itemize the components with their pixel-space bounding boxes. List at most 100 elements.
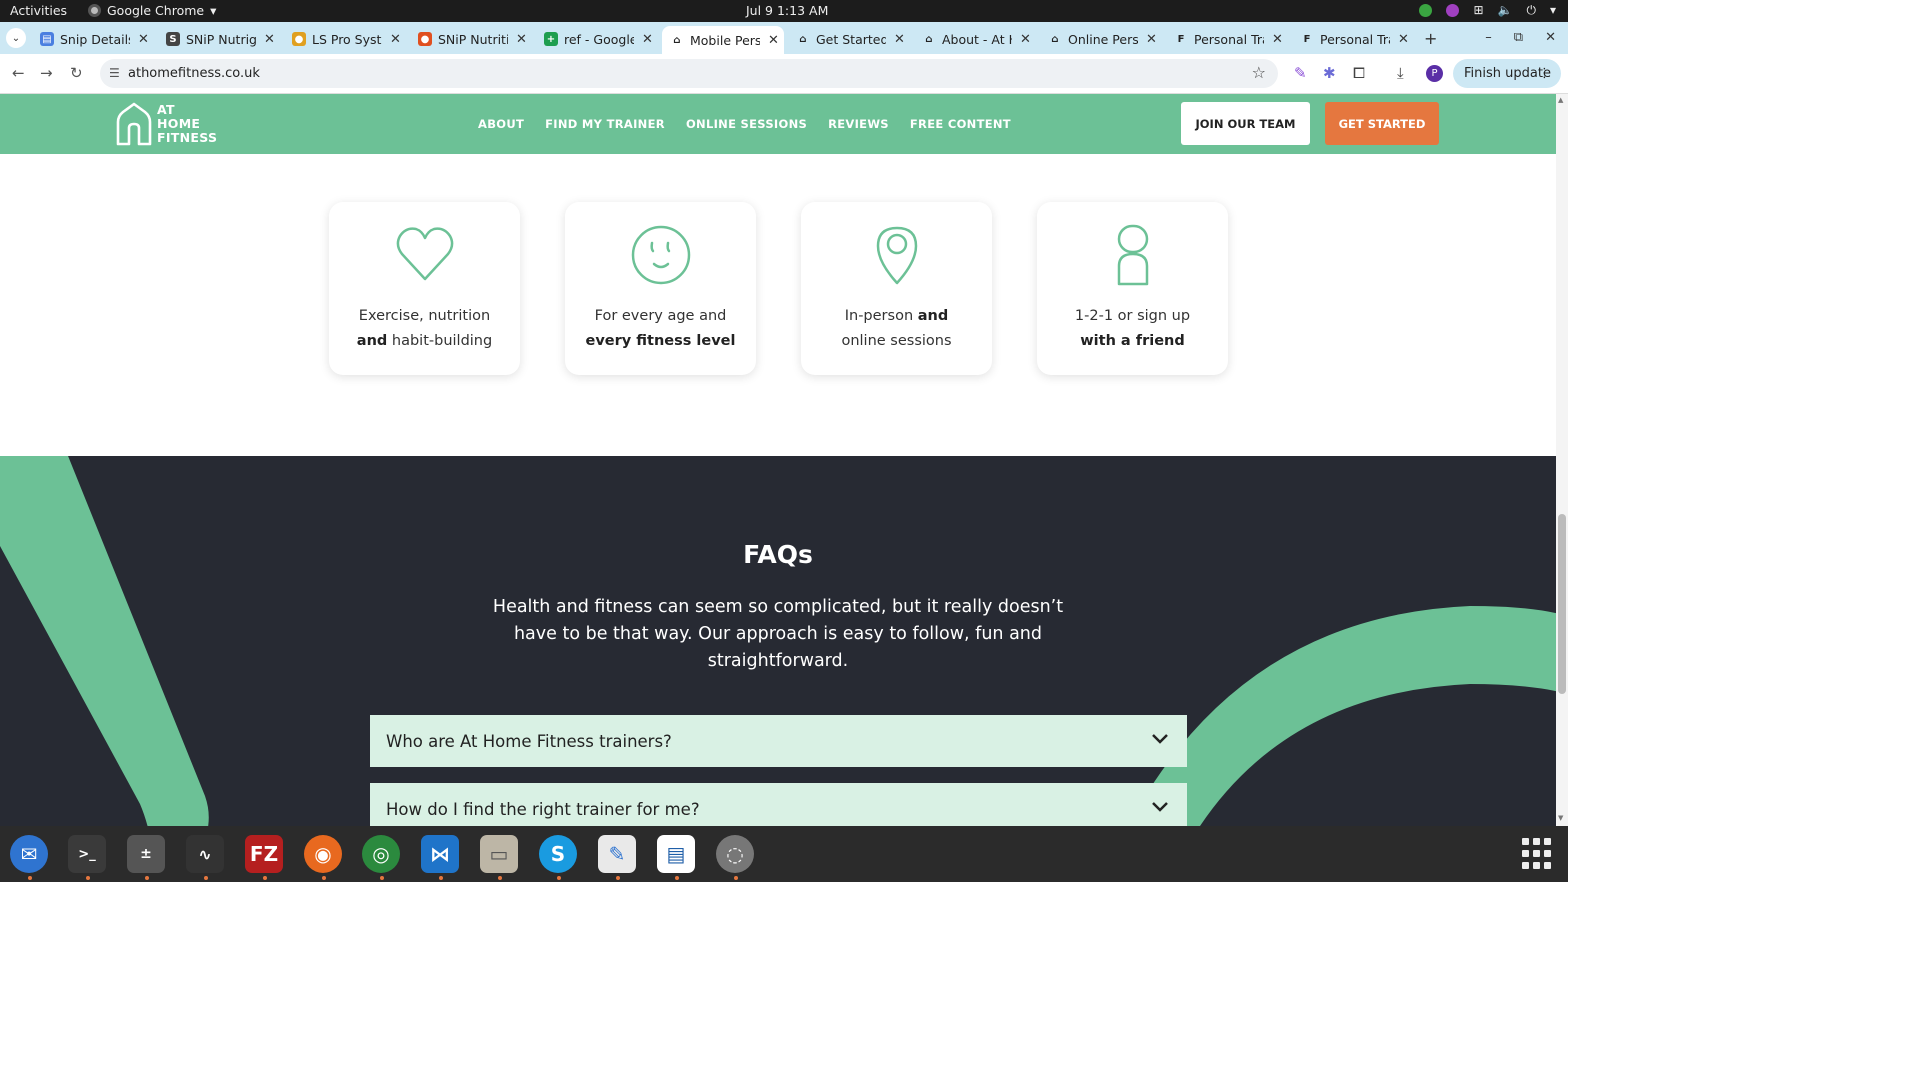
maximize-icon[interactable]: ⧉ bbox=[1514, 30, 1523, 45]
files-icon[interactable]: ▭ bbox=[480, 835, 518, 873]
system-monitor-icon[interactable]: ∿ bbox=[186, 835, 224, 873]
join-our-team-button[interactable]: JOIN OUR TEAM bbox=[1181, 102, 1310, 145]
browser-tab[interactable]: ⌂ Get Started ✕ bbox=[788, 26, 908, 52]
browser-tab[interactable]: ● SNiP Nutrition ✕ bbox=[410, 26, 530, 52]
system-tray[interactable]: ⊞ 🔈 ⏻ ▾ bbox=[1419, 3, 1556, 18]
nav-free-content[interactable]: FREE CONTENT bbox=[910, 117, 1011, 131]
scroll-up-icon[interactable]: ▲ bbox=[1558, 96, 1563, 104]
power-icon[interactable]: ⏻ bbox=[1526, 3, 1536, 18]
network-icon[interactable]: ⊞ bbox=[1473, 3, 1483, 18]
feature-line: every fitness level bbox=[565, 329, 756, 354]
nav-reviews[interactable]: REVIEWS bbox=[828, 117, 889, 131]
browser-tab[interactable]: S SNiP Nutrigenomics ✕ bbox=[158, 26, 278, 52]
snowflake-extension-icon[interactable]: ✱ bbox=[1323, 64, 1336, 82]
close-tab-icon[interactable]: ✕ bbox=[264, 32, 275, 47]
get-started-button[interactable]: GET STARTED bbox=[1325, 102, 1439, 145]
thunderbird-icon[interactable]: ✉ bbox=[10, 835, 48, 873]
finish-update-button[interactable]: Finish update ⋮ bbox=[1453, 59, 1561, 88]
browser-tab[interactable]: ⌂ About - At Home ✕ bbox=[914, 26, 1034, 52]
running-indicator bbox=[380, 876, 384, 880]
feature-text: For every age and every fitness level bbox=[565, 304, 756, 354]
running-indicator bbox=[263, 876, 267, 880]
volume-icon[interactable]: 🔈 bbox=[1498, 3, 1513, 18]
close-tab-icon[interactable]: ✕ bbox=[1146, 32, 1157, 47]
nav-online-sessions[interactable]: ONLINE SESSIONS bbox=[686, 117, 807, 131]
kebab-menu-icon[interactable]: ⋮ bbox=[1538, 66, 1551, 81]
site-info-icon[interactable]: ☰ bbox=[109, 66, 120, 80]
close-tab-icon[interactable]: ✕ bbox=[138, 32, 149, 47]
tab-strip: ⌄ ▤ Snip Details ✕ S SNiP Nutrigenomics ✕ ● LS … bbox=[0, 22, 1568, 54]
extension-indicator-icon[interactable] bbox=[1446, 4, 1460, 17]
close-tab-icon[interactable]: ✕ bbox=[642, 32, 653, 47]
bookmark-star-icon[interactable]: ☆ bbox=[1252, 63, 1266, 82]
feature-card: Exercise, nutrition and habit-building bbox=[329, 202, 520, 375]
system-top-bar: Activities Google Chrome ▾ Jul 9 1:13 AM… bbox=[0, 0, 1568, 22]
close-tab-icon[interactable]: ✕ bbox=[1398, 32, 1409, 47]
page-scrollbar[interactable]: ▲ ▼ bbox=[1556, 94, 1568, 826]
filezilla-icon[interactable]: FZ bbox=[245, 835, 283, 873]
download-icon[interactable]: ⤓ bbox=[1397, 64, 1404, 82]
new-tab-button[interactable]: + bbox=[1424, 29, 1437, 48]
back-icon[interactable]: ← bbox=[12, 64, 25, 82]
close-window-icon[interactable]: ✕ bbox=[1545, 30, 1556, 45]
nav-about[interactable]: ABOUT bbox=[478, 117, 524, 131]
faq-question[interactable]: How do I find the right trainer for me? bbox=[370, 783, 1187, 826]
browser-tab[interactable]: F Personal Trainer ✕ bbox=[1166, 26, 1286, 52]
tab-title: Get Started bbox=[816, 31, 886, 47]
close-tab-icon[interactable]: ✕ bbox=[516, 32, 527, 47]
calculator-icon[interactable]: ± bbox=[127, 835, 165, 873]
browser-tab[interactable]: + ref - Google Sheets ✕ bbox=[536, 26, 656, 52]
running-indicator bbox=[439, 876, 443, 880]
toolbar: ← → ↻ ☰ athomefitness.co.uk ☆ ✎ ✱ ⧠ ⤓ P … bbox=[0, 54, 1568, 94]
chevron-down-icon[interactable] bbox=[1151, 729, 1169, 747]
browser-tab[interactable]: ⌂ Online Personal ✕ bbox=[1040, 26, 1160, 52]
scroll-thumb[interactable] bbox=[1558, 514, 1566, 694]
terminal-icon[interactable]: >_ bbox=[68, 835, 106, 873]
tab-search-icon[interactable]: ⌄ bbox=[6, 28, 26, 48]
close-tab-icon[interactable]: ✕ bbox=[390, 32, 401, 47]
text-editor-icon[interactable]: ✎ bbox=[598, 835, 636, 873]
chevron-down-icon[interactable] bbox=[1151, 797, 1169, 815]
feature-line: Exercise, nutrition bbox=[358, 308, 491, 324]
feature-text: In-person and online sessions bbox=[801, 304, 992, 354]
tab-title: Mobile Personal bbox=[690, 32, 760, 48]
faq-title: FAQs bbox=[743, 540, 813, 569]
browser-tab[interactable]: ● LS Pro Systems ✕ bbox=[284, 26, 404, 52]
nav-find-my-trainer[interactable]: FIND MY TRAINER bbox=[545, 117, 665, 131]
close-tab-icon[interactable]: ✕ bbox=[768, 33, 779, 48]
site-logo[interactable]: AT HOME FITNESS bbox=[115, 102, 217, 146]
firefox-icon[interactable]: ◉ bbox=[304, 835, 342, 873]
faq-question[interactable]: Who are At Home Fitness trainers? bbox=[370, 715, 1187, 767]
browser-tab[interactable]: ⌂ Mobile Personal ✕ bbox=[662, 26, 784, 54]
browser-tab[interactable]: ▤ Snip Details ✕ bbox=[32, 26, 152, 52]
disk-icon[interactable]: ◌ bbox=[716, 835, 754, 873]
chrome-icon[interactable]: ◎ bbox=[362, 835, 400, 873]
app-menu[interactable]: Google Chrome ▾ bbox=[88, 3, 216, 18]
address-bar[interactable]: ☰ athomefitness.co.uk ☆ bbox=[100, 59, 1278, 88]
reload-icon[interactable]: ↻ bbox=[70, 64, 83, 82]
heart-icon bbox=[396, 227, 453, 281]
logo-line-3: FITNESS bbox=[157, 130, 218, 145]
feature-line: 1-2-1 or sign up bbox=[1074, 308, 1191, 324]
close-tab-icon[interactable]: ✕ bbox=[1272, 32, 1283, 47]
tab-title: Personal Trainer bbox=[1194, 31, 1264, 47]
scroll-down-icon[interactable]: ▼ bbox=[1558, 814, 1563, 822]
clock[interactable]: Jul 9 1:13 AM bbox=[746, 3, 828, 18]
update-indicator-icon[interactable] bbox=[1419, 4, 1433, 17]
extensions-puzzle-icon[interactable]: ⧠ bbox=[1353, 64, 1365, 82]
minimize-icon[interactable]: – bbox=[1485, 30, 1492, 45]
profile-avatar[interactable]: P bbox=[1426, 65, 1443, 82]
show-apps-icon[interactable] bbox=[1522, 838, 1554, 870]
browser-tab[interactable]: F Personal Trainer ✕ bbox=[1292, 26, 1412, 52]
activities-button[interactable]: Activities bbox=[10, 3, 67, 18]
pen-extension-icon[interactable]: ✎ bbox=[1294, 64, 1307, 82]
logo-line-2: HOME bbox=[157, 116, 201, 131]
close-tab-icon[interactable]: ✕ bbox=[1020, 32, 1031, 47]
url-text[interactable]: athomefitness.co.uk bbox=[128, 66, 260, 81]
document-viewer-icon[interactable]: ▤ bbox=[657, 835, 695, 873]
close-tab-icon[interactable]: ✕ bbox=[894, 32, 905, 47]
skype-icon[interactable]: S bbox=[539, 835, 577, 873]
tray-menu-icon[interactable]: ▾ bbox=[1550, 3, 1556, 18]
forward-icon[interactable]: → bbox=[40, 64, 53, 82]
vscode-icon[interactable]: ⋈ bbox=[421, 835, 459, 873]
